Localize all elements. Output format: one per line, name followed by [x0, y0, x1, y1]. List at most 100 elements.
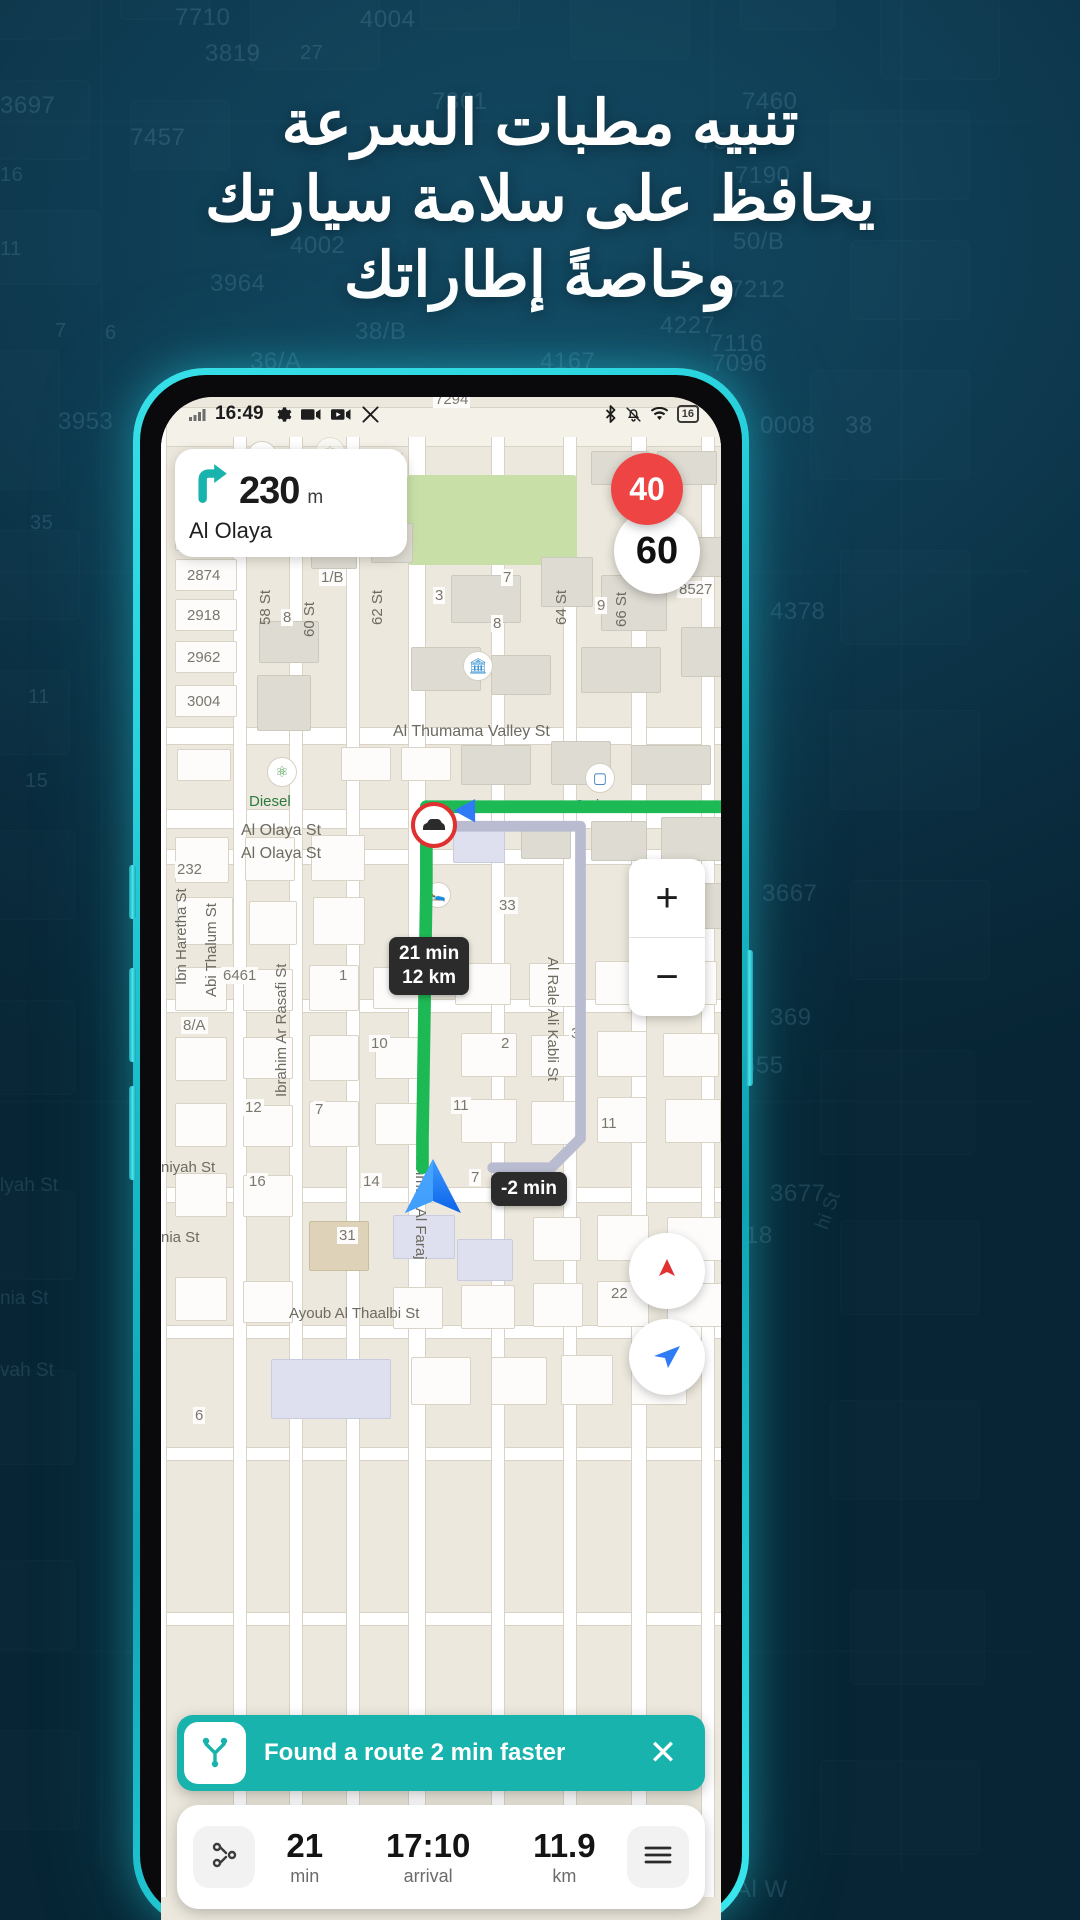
compass-icon: [650, 1252, 684, 1291]
map-building-number: 6461: [221, 967, 259, 984]
route-eta-time: 21 min: [399, 943, 460, 964]
map-building-number: 11: [599, 1115, 619, 1132]
map-building-number: 3: [433, 587, 446, 604]
map-street-label: Ibrahim Ar Rasafi St: [273, 963, 290, 1097]
trip-stat-label: arrival: [403, 1865, 453, 1886]
trip-stat-label: km: [552, 1865, 577, 1886]
menu-button[interactable]: [627, 1826, 689, 1888]
map-street-label: Ibn Haretha St: [173, 888, 190, 985]
status-bar-time: 16:49: [215, 403, 264, 424]
turn-right-icon: [189, 461, 231, 508]
bg-number: 7096: [712, 350, 768, 377]
phone-mockup: Al Thumama Valley St Al Olaya St Al Olay…: [129, 368, 753, 1920]
poi-label: Jarir: [575, 797, 605, 814]
bg-number: 3677: [770, 1180, 826, 1207]
route-fork-icon: [198, 1734, 232, 1773]
phone-volume-down-button[interactable]: [129, 1086, 136, 1180]
map-building-number: 33: [497, 897, 518, 914]
map-building-number: 8/A: [181, 1017, 208, 1034]
bg-number: 27: [300, 42, 324, 64]
bg-number: 6: [105, 322, 117, 344]
map-street-label: Al Olaya St: [241, 845, 322, 862]
trip-stat-value: 17:10: [385, 1826, 471, 1864]
store-poi-icon[interactable]: ▢: [585, 763, 615, 793]
status-bar: 16:49 16: [161, 397, 721, 431]
poi-label: Diesel: [249, 793, 291, 810]
store-poi-icon[interactable]: ⚛: [267, 757, 297, 787]
bg-number: 18: [745, 1222, 773, 1249]
map-street-label: Al Thumama Valley St: [393, 723, 550, 740]
map-street-label: 62 St: [369, 589, 386, 625]
map-street-label: 60 St: [301, 601, 318, 637]
phone-bezel: Al Thumama Valley St Al Olaya St Al Olay…: [140, 375, 742, 1920]
park-area: [407, 475, 577, 565]
zoom-in-button[interactable]: +: [629, 859, 705, 937]
map-building-number: 14: [361, 1173, 382, 1190]
hamburger-menu-icon: [643, 1844, 673, 1871]
trip-stat-arrival: 17:10 arrival: [385, 1826, 471, 1887]
map-street-label: Al Olaya St: [241, 822, 322, 839]
route-eta-distance: 12 km: [402, 967, 457, 988]
faster-route-toast[interactable]: Found a route 2 min faster ✕: [177, 1715, 705, 1791]
bg-number: 15: [25, 770, 49, 792]
bg-number: 4378: [770, 598, 826, 625]
phone-volume-up-button[interactable]: [129, 968, 136, 1062]
notifications-off-icon: [625, 406, 642, 423]
alternate-route-eta-bubble[interactable]: -2 min: [491, 1172, 567, 1206]
mosque-poi-icon[interactable]: 🏛: [463, 651, 493, 681]
trip-stat-distance: 11.9 km: [533, 1826, 596, 1887]
map-street-label: niyah St: [161, 1159, 216, 1176]
turn-instruction-card[interactable]: 230 m Al Olaya: [175, 449, 407, 557]
map-zoom-controls[interactable]: + −: [629, 859, 705, 1016]
trip-stat-label: min: [290, 1865, 320, 1886]
bg-number: 4004: [360, 6, 416, 33]
bg-number: 3953: [58, 408, 114, 435]
trip-stat-value: 11.9: [533, 1826, 596, 1864]
map-canvas[interactable]: Al Thumama Valley St Al Olaya St Al Olay…: [161, 397, 721, 1920]
gear-icon: [273, 405, 292, 424]
bg-number: 35: [30, 512, 54, 534]
bg-number: 7710: [175, 4, 231, 31]
map-building-number: 16: [247, 1173, 268, 1190]
headline-line-2: يحافظ على سلامة سيارتك: [205, 165, 875, 234]
alternate-routes-button[interactable]: [193, 1826, 255, 1888]
map-building-number: 232: [175, 861, 205, 878]
vehicle-pin-marker: [411, 802, 457, 848]
zoom-out-button[interactable]: −: [629, 938, 705, 1016]
bg-number: 7: [55, 320, 67, 342]
headline: تنبيه مطبات السرعة يحافظ على سلامة سيارت…: [0, 86, 1080, 314]
hotel-poi-icon[interactable]: 🛌: [425, 882, 451, 908]
map-building-number: 8: [281, 609, 294, 626]
map-building-number: 6: [193, 1407, 206, 1424]
navigation-arrow-icon: [650, 1338, 684, 1377]
turn-distance-unit: m: [307, 487, 324, 508]
map-building-number: 3004: [185, 693, 223, 710]
recenter-heading-button[interactable]: [629, 1319, 705, 1395]
trip-stat-duration: 21 min: [286, 1827, 323, 1887]
bg-number: 3667: [762, 880, 818, 907]
map-building-number: 2: [499, 1035, 512, 1052]
map-building-number: 9: [595, 597, 608, 614]
map-building-number: 7: [313, 1101, 326, 1118]
bg-street-label: nia St: [0, 1288, 49, 1309]
map-street-label: Abi Thalum St: [203, 903, 220, 997]
map-building-number: 7: [501, 569, 514, 586]
map-street-label: Al Rale Ali Kabli St: [544, 957, 561, 1082]
wifi-icon: [650, 406, 669, 422]
compass-button[interactable]: [629, 1233, 705, 1309]
turn-distance-value: 230: [239, 470, 300, 512]
current-speed-indicator[interactable]: 40: [611, 453, 683, 525]
bg-number: 4227: [660, 312, 716, 339]
toast-message: Found a route 2 min faster: [264, 1739, 566, 1766]
headline-line-1: تنبيه مطبات السرعة: [281, 89, 799, 158]
map-building-number: 8: [491, 615, 504, 632]
phone-silence-button[interactable]: [129, 865, 136, 919]
phone-power-button[interactable]: [746, 950, 753, 1086]
bg-street-label: lyah St: [0, 1175, 59, 1196]
trip-stats: 21 min 17:10 arrival 11.9 km: [255, 1826, 627, 1887]
bg-number: 3819: [205, 40, 261, 67]
route-eta-bubble[interactable]: 21 min 12 km: [389, 937, 470, 995]
map-building-number: 11: [451, 1097, 471, 1114]
alternate-routes-icon: [208, 1839, 240, 1876]
close-icon[interactable]: ✕: [637, 1727, 689, 1779]
